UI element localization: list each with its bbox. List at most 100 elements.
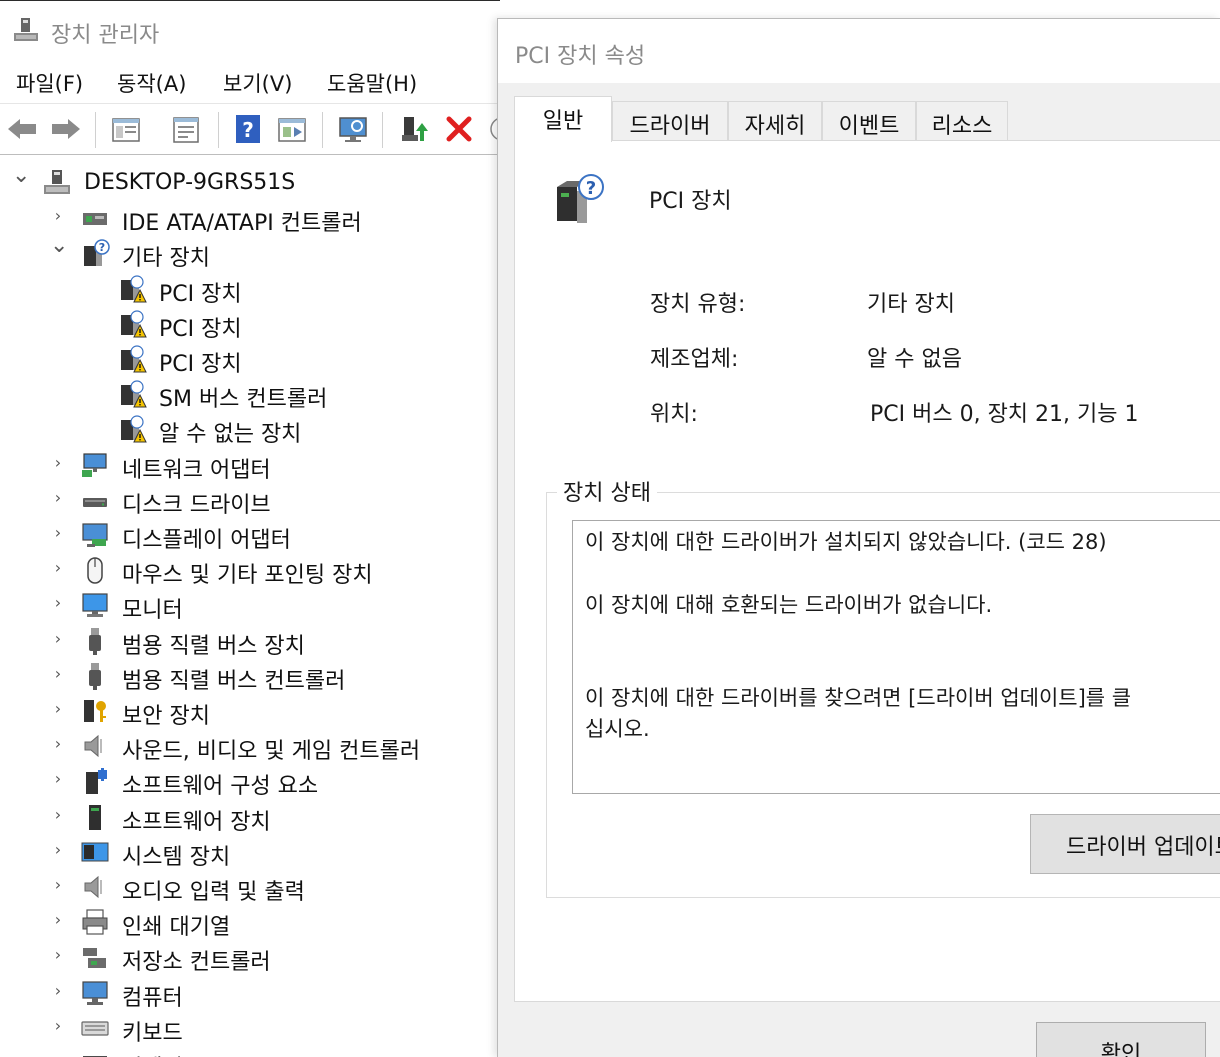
device-manager-title: 장치 관리자 <box>51 23 160 48</box>
computer-icon <box>82 981 108 1005</box>
tree-category-item[interactable]: › 오디오 입력 및 출력 <box>0 870 500 905</box>
usb-icon <box>89 628 101 655</box>
toolbar-separator <box>322 112 323 148</box>
network-adapter-icon <box>82 453 107 477</box>
expand-chevron-icon[interactable]: › <box>50 805 66 825</box>
expand-chevron-icon[interactable]: › <box>50 840 66 860</box>
tree-device-item[interactable]: PCI 장치 <box>0 342 500 377</box>
tree-item-label: PCI 장치 <box>159 282 242 307</box>
tree-item-label: 디스플레이 어댑터 <box>122 528 291 553</box>
toolbar: ? <box>0 103 500 155</box>
expand-chevron-icon[interactable]: › <box>50 945 66 965</box>
tree-category-item[interactable]: › 인쇄 대기열 <box>0 905 500 940</box>
expand-chevron-icon[interactable]: › <box>50 523 66 543</box>
disk-drive-icon <box>83 498 107 507</box>
collapse-chevron-icon[interactable]: ⌄ <box>50 235 68 257</box>
unknown-device-icon: ? <box>84 239 110 266</box>
tree-category-item[interactable]: › 네트워크 어댑터 <box>0 448 500 483</box>
update-driver-icon[interactable] <box>398 113 430 145</box>
tab-driver[interactable]: 드라이버 <box>612 101 728 141</box>
expand-chevron-icon[interactable]: › <box>50 1016 66 1036</box>
tree-category-item[interactable]: › 디스플레이 어댑터 <box>0 518 500 553</box>
expand-chevron-icon[interactable]: › <box>50 769 66 789</box>
tree-item-label: 기타 장치 <box>122 246 210 271</box>
expand-chevron-icon[interactable]: › <box>50 1051 66 1057</box>
tree-category-item[interactable]: › 저장소 컨트롤러 <box>0 940 500 975</box>
expand-chevron-icon[interactable]: › <box>50 453 66 473</box>
tree-category-item[interactable]: › 펌웨어 <box>0 1046 500 1057</box>
tree-category-item[interactable]: › 범용 직렬 버스 장치 <box>0 624 500 659</box>
warning-device-icon <box>121 380 147 408</box>
expand-chevron-icon[interactable]: › <box>50 734 66 754</box>
manufacturer-value: 알 수 없음 <box>867 347 962 372</box>
tree-category-item[interactable]: › 사운드, 비디오 및 게임 컨트롤러 <box>0 729 500 764</box>
unknown-device-icon: ? <box>557 174 604 223</box>
tab-events[interactable]: 이벤트 <box>822 101 916 141</box>
collapse-chevron-icon[interactable]: ⌄ <box>12 165 30 187</box>
tree-category-item[interactable]: › 시스템 장치 <box>0 835 500 870</box>
toolbar-separator <box>382 112 383 148</box>
menu-view[interactable]: 보기(V) <box>223 68 292 98</box>
dialog-titlebar[interactable]: PCI 장치 속성 <box>498 19 1220 83</box>
location-value: PCI 버스 0, 장치 21, 기능 1 <box>870 402 1139 427</box>
expand-chevron-icon[interactable]: › <box>50 981 66 1001</box>
back-arrow-icon[interactable] <box>6 113 38 145</box>
expand-chevron-icon[interactable]: › <box>50 664 66 684</box>
tab-general[interactable]: 일반 <box>514 96 612 142</box>
expand-chevron-icon[interactable]: › <box>50 910 66 930</box>
expand-chevron-icon[interactable]: › <box>50 875 66 895</box>
tree-item-label: 마우스 및 기타 포인팅 장치 <box>122 563 373 588</box>
expand-chevron-icon[interactable]: › <box>50 488 66 508</box>
tree-category-item[interactable]: › 디스크 드라이브 <box>0 483 500 518</box>
tree-category-item[interactable]: ⌄? 기타 장치 <box>0 235 500 272</box>
device-status-textbox[interactable]: 이 장치에 대한 드라이버가 설치되지 않았습니다. (코드 28) 이 장치에… <box>572 520 1220 794</box>
printer-icon <box>82 909 108 935</box>
menu-help[interactable]: 도움말(H) <box>327 68 417 98</box>
tab-resources[interactable]: 리소스 <box>916 101 1008 141</box>
tree-device-item[interactable]: 알 수 없는 장치 <box>0 412 500 447</box>
tree-device-item[interactable]: SM 버스 컨트롤러 <box>0 377 500 412</box>
device-type-value: 기타 장치 <box>867 292 955 317</box>
device-type-label: 장치 유형: <box>650 292 746 317</box>
tree-category-item[interactable]: › 범용 직렬 버스 컨트롤러 <box>0 659 500 694</box>
tree-item-label: 소프트웨어 구성 요소 <box>122 774 319 799</box>
tab-details[interactable]: 자세히 <box>728 101 822 141</box>
toolbar-separator <box>218 112 219 148</box>
properties-icon[interactable] <box>170 113 202 145</box>
uninstall-icon[interactable] <box>443 113 475 145</box>
forward-arrow-icon[interactable] <box>50 113 82 145</box>
tree-category-item[interactable]: › 컴퓨터 <box>0 976 500 1011</box>
tree-category-item[interactable]: › 마우스 및 기타 포인팅 장치 <box>0 553 500 588</box>
menu-action[interactable]: 동작(A) <box>117 68 186 98</box>
tree-item-label: 소프트웨어 장치 <box>122 810 271 835</box>
display-adapter-icon <box>82 523 108 547</box>
expand-chevron-icon[interactable]: › <box>50 558 66 578</box>
expand-chevron-icon[interactable]: › <box>50 206 66 226</box>
tree-item-label: PCI 장치 <box>159 352 242 377</box>
scan-hardware-icon[interactable] <box>337 113 369 145</box>
expand-chevron-icon[interactable]: › <box>50 629 66 649</box>
tree-category-item[interactable]: › 모니터 <box>0 588 500 623</box>
device-name: PCI 장치 <box>649 189 732 214</box>
update-driver-button[interactable]: 드라이버 업데이트 <box>1030 814 1220 874</box>
tree-category-item[interactable]: › 소프트웨어 장치 <box>0 800 500 835</box>
device-manager-titlebar[interactable]: 장치 관리자 <box>0 1 500 59</box>
tree-category-item[interactable]: › 소프트웨어 구성 요소 <box>0 764 500 799</box>
tree-device-item[interactable]: PCI 장치 <box>0 307 500 342</box>
ok-button[interactable]: 확인 <box>1036 1022 1206 1057</box>
tree-category-item[interactable]: › IDE ATA/ATAPI 컨트롤러 <box>0 201 500 236</box>
menu-file[interactable]: 파일(F) <box>16 68 83 98</box>
expand-chevron-icon[interactable]: › <box>50 593 66 613</box>
tree-item-label: 보안 장치 <box>122 704 210 729</box>
speaker-icon <box>84 875 102 899</box>
show-hide-tree-icon[interactable] <box>110 113 142 145</box>
tree-category-item[interactable]: › 보안 장치 <box>0 694 500 729</box>
tree-category-item[interactable]: › 키보드 <box>0 1011 500 1046</box>
tree-device-item[interactable]: PCI 장치 <box>0 272 500 307</box>
tree-root-item[interactable]: ⌄ DESKTOP-9GRS51S <box>0 165 500 200</box>
expand-chevron-icon[interactable]: › <box>50 699 66 719</box>
tree-item-label: 시스템 장치 <box>122 845 231 870</box>
tree-item-label: 모니터 <box>122 598 183 623</box>
view-icon[interactable] <box>276 113 308 145</box>
help-icon[interactable]: ? <box>232 113 264 145</box>
